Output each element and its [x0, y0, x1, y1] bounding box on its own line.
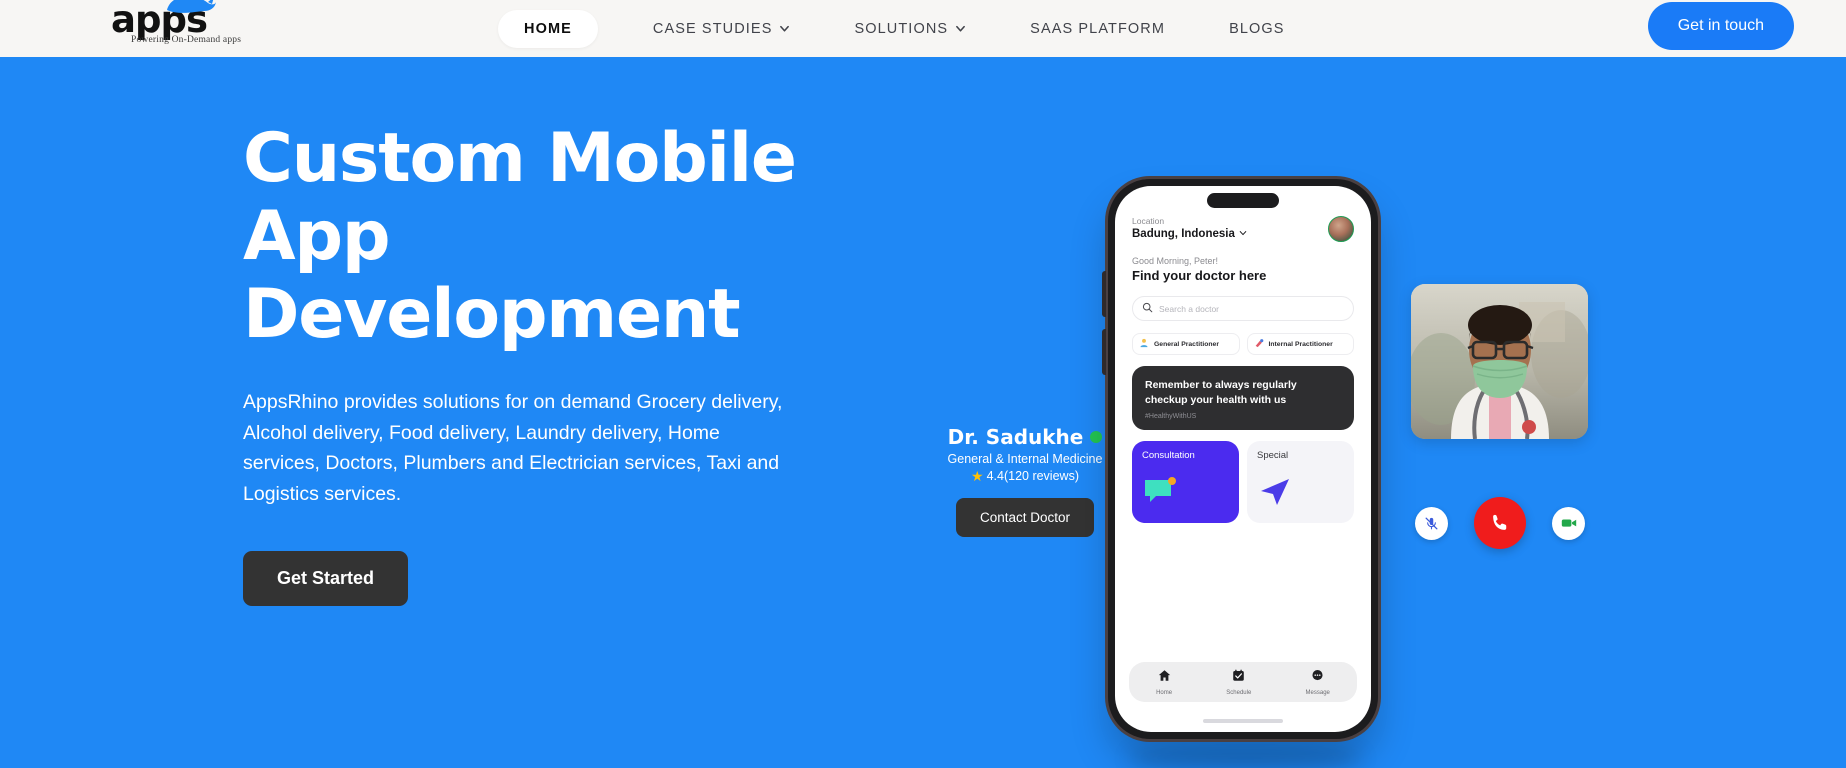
location-label: Location — [1132, 216, 1165, 226]
nav-label: BLOGS — [1229, 20, 1285, 37]
phone-side-button — [1102, 271, 1106, 317]
chevron-down-icon — [955, 23, 966, 34]
category-chips: General Practitioner Internal Practition… — [1132, 333, 1354, 355]
banner-text: Remember to always regularly checkup you… — [1145, 379, 1297, 406]
home-indicator — [1203, 719, 1283, 723]
location-block[interactable]: Location Badung, Indonesia — [1132, 216, 1247, 240]
get-in-touch-button[interactable]: Get in touch — [1647, 2, 1794, 50]
end-call-button[interactable] — [1474, 497, 1526, 549]
app-content: Location Badung, Indonesia Good Morning,… — [1115, 186, 1371, 523]
microphone-muted-icon — [1425, 517, 1438, 529]
chip-internal-practitioner[interactable]: Internal Practitioner — [1246, 333, 1354, 355]
mute-microphone-button[interactable] — [1415, 506, 1448, 540]
health-reminder-banner: Remember to always regularly checkup you… — [1132, 366, 1354, 430]
search-input[interactable]: Search a doctor — [1132, 296, 1354, 321]
nav-item-saas-platform[interactable]: SAAS PLATFORM — [1030, 21, 1165, 37]
contact-doctor-button[interactable]: Contact Doctor — [956, 498, 1094, 537]
star-icon: ★ — [971, 468, 984, 484]
consultation-card[interactable]: Consultation — [1132, 441, 1239, 523]
rhino-icon — [165, 0, 217, 18]
tab-message[interactable]: Message — [1306, 669, 1330, 696]
rating-value: 4.4(120 reviews) — [986, 469, 1079, 483]
hero-section: Custom Mobile App Development AppsRhino … — [0, 57, 1846, 768]
page-root: apps Powering On-Demand apps HOME CASE S… — [0, 0, 1846, 768]
app-headline: Find your doctor here — [1132, 268, 1267, 283]
doctor-specialty: General & Internal Medicine — [947, 452, 1103, 466]
doctor-name-row: Dr. Sadukhe — [925, 425, 1125, 449]
nav-item-home[interactable]: HOME — [498, 9, 598, 48]
call-controls — [1415, 497, 1585, 549]
doctor-video-tile — [1411, 284, 1588, 439]
phone-shadow — [1128, 747, 1363, 768]
phone-side-button — [1102, 329, 1106, 375]
hero-description: AppsRhino provides solutions for on dema… — [243, 391, 783, 505]
get-started-button[interactable]: Get Started — [243, 551, 409, 606]
chevron-down-icon — [1239, 228, 1247, 240]
phone-notch — [1207, 193, 1279, 208]
chip-label: Internal Practitioner — [1268, 340, 1333, 348]
page-title: Custom Mobile App Development — [243, 119, 797, 354]
internal-practitioner-icon — [1254, 338, 1264, 350]
calendar-check-icon — [1232, 669, 1245, 687]
home-icon — [1158, 669, 1171, 687]
chat-bubble-icon — [1144, 477, 1178, 512]
nav-label: CASE STUDIES — [652, 20, 773, 37]
message-icon — [1311, 669, 1324, 687]
site-header: apps Powering On-Demand apps HOME CASE S… — [0, 0, 1846, 57]
nav-label: SAAS PLATFORM — [1030, 20, 1166, 37]
tab-label: Message — [1305, 689, 1330, 696]
nav-label: HOME — [524, 20, 572, 37]
tab-label: Home — [1156, 689, 1173, 696]
location-value: Badung, Indonesia — [1132, 228, 1235, 240]
main-navigation: HOME CASE STUDIES SOLUTIONS SAAS PLATFOR… — [498, 0, 1349, 57]
nav-item-case-studies[interactable]: CASE STUDIES — [653, 21, 791, 37]
location-value-row: Badung, Indonesia — [1132, 228, 1247, 240]
bottom-tab-bar: Home Schedule Message — [1129, 662, 1357, 702]
service-cards: Consultation Special — [1132, 441, 1354, 523]
nav-item-blogs[interactable]: BLOGS — [1229, 21, 1284, 37]
location-row: Location Badung, Indonesia — [1132, 216, 1354, 242]
phone-screen: Location Badung, Indonesia Good Morning,… — [1115, 186, 1371, 732]
video-camera-button[interactable] — [1552, 506, 1585, 540]
card-title: Special — [1257, 450, 1289, 461]
chevron-down-icon — [779, 23, 790, 34]
greeting-text: Good Morning, Peter! — [1132, 256, 1219, 266]
chip-label: General Practitioner — [1154, 340, 1219, 348]
nav-item-solutions[interactable]: SOLUTIONS — [854, 21, 966, 37]
paper-plane-icon — [1259, 477, 1291, 512]
special-card[interactable]: Special — [1247, 441, 1354, 523]
video-camera-icon — [1561, 519, 1576, 527]
phone-mockup: Location Badung, Indonesia Good Morning,… — [1102, 179, 1378, 739]
banner-hashtag: #HealthyWithUS — [1145, 413, 1197, 420]
tab-home[interactable]: Home — [1156, 669, 1172, 696]
doctor-name: Dr. Sadukhe — [947, 425, 1084, 449]
logo-tagline: Powering On-Demand apps — [131, 35, 242, 45]
doctor-photo — [1411, 284, 1588, 439]
avatar[interactable] — [1328, 216, 1354, 242]
search-placeholder: Search a doctor — [1159, 303, 1220, 314]
doctor-info-card: Dr. Sadukhe General & Internal Medicine … — [925, 425, 1125, 537]
general-practitioner-icon — [1139, 338, 1149, 350]
card-title: Consultation — [1142, 450, 1195, 461]
doctor-rating: ★ 4.4(120 reviews) — [925, 469, 1125, 483]
tab-label: Schedule — [1226, 689, 1252, 696]
chip-general-practitioner[interactable]: General Practitioner — [1132, 333, 1240, 355]
nav-label: SOLUTIONS — [854, 20, 949, 37]
logo[interactable]: apps Powering On-Demand apps — [103, 0, 273, 56]
online-status-icon — [1090, 431, 1103, 443]
phone-icon — [1493, 514, 1507, 530]
hero-content: Custom Mobile App Development AppsRhino … — [243, 120, 863, 606]
tab-schedule[interactable]: Schedule — [1226, 669, 1251, 696]
search-icon — [1142, 300, 1153, 318]
